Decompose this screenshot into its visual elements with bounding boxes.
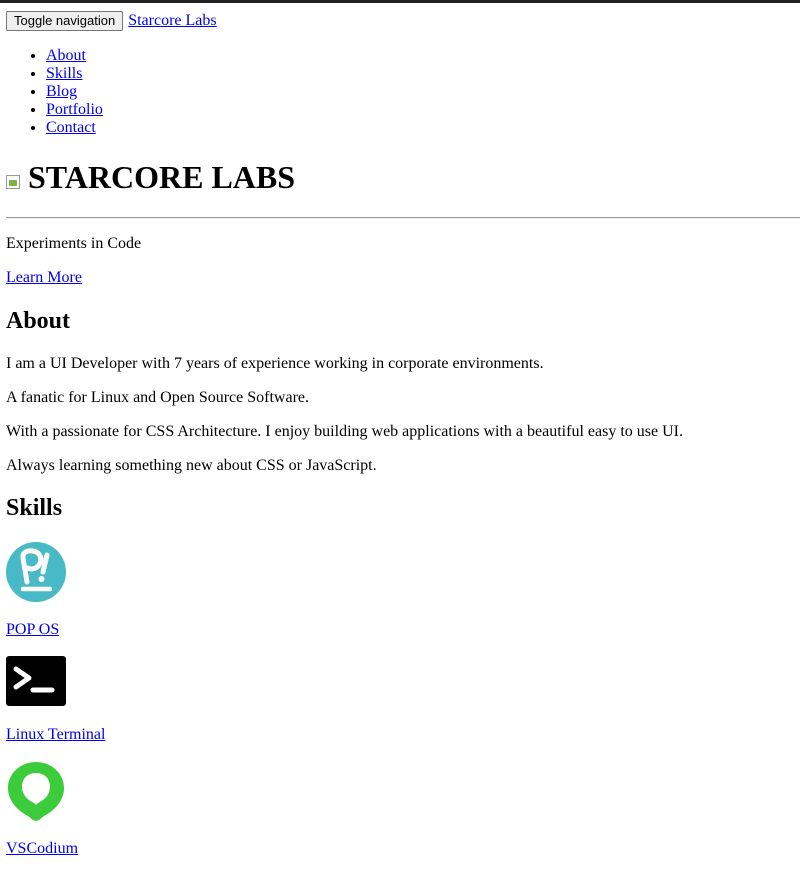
nav-item-blog: Blog — [46, 83, 103, 101]
nav-item-contact: Contact — [46, 119, 103, 137]
navbar: Toggle navigation Starcore Labs — [6, 11, 217, 33]
nav-item-about: About — [46, 47, 103, 65]
hero-title-text: STARCORE LABS — [28, 159, 296, 195]
nav-link-contact[interactable]: Contact — [46, 119, 96, 136]
about-paragraph: With a passionate for CSS Architecture. … — [6, 423, 683, 440]
hero-title: STARCORE LABS — [6, 158, 295, 196]
nav-link-portfolio[interactable]: Portfolio — [46, 101, 103, 118]
terminal-icon — [6, 656, 66, 706]
hero-tagline: Experiments in Code — [6, 235, 142, 252]
nav-link-about[interactable]: About — [46, 47, 86, 64]
nav-item-skills: Skills — [46, 65, 103, 83]
vscodium-icon — [8, 762, 64, 821]
pop-os-icon — [6, 542, 66, 602]
nav-menu: About Skills Blog Portfolio Contact — [6, 47, 103, 137]
skill-link-linux-terminal[interactable]: Linux Terminal — [6, 726, 105, 744]
toggle-navigation-button[interactable]: Toggle navigation — [6, 11, 124, 31]
about-heading: About — [6, 308, 71, 334]
nav-link-blog[interactable]: Blog — [46, 83, 77, 100]
top-border — [0, 0, 800, 3]
broken-image-icon — [6, 175, 20, 189]
about-paragraph: Always learning something new about CSS … — [6, 457, 377, 474]
skill-link-pop-os[interactable]: POP OS — [6, 621, 59, 639]
learn-more-link[interactable]: Learn More — [6, 269, 82, 287]
about-paragraph: A fanatic for Linux and Open Source Soft… — [6, 389, 310, 406]
divider — [6, 217, 800, 219]
brand-link[interactable]: Starcore Labs — [128, 12, 216, 29]
nav-item-portfolio: Portfolio — [46, 101, 103, 119]
nav-link-skills[interactable]: Skills — [46, 65, 82, 82]
skill-link-vscodium[interactable]: VSCodium — [6, 840, 78, 858]
skills-heading: Skills — [6, 495, 63, 521]
about-paragraph: I am a UI Developer with 7 years of expe… — [6, 355, 544, 372]
